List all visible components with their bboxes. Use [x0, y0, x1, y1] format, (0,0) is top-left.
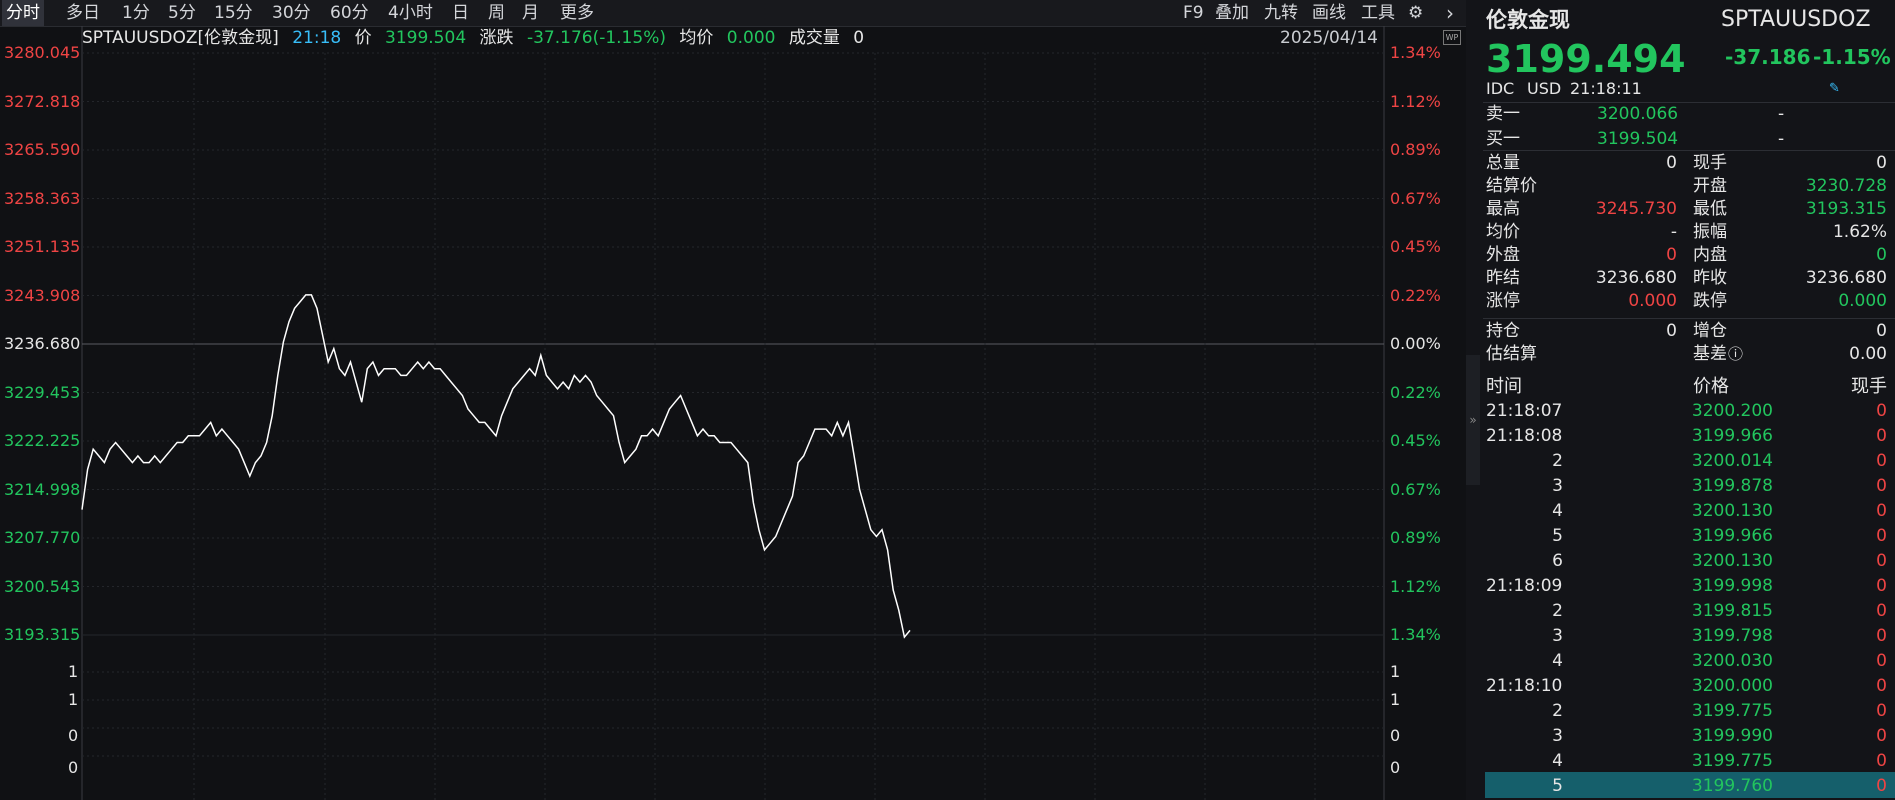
volume-tick-label-right: 1 — [1390, 662, 1401, 681]
tick-volume: 0 — [1876, 426, 1887, 446]
price-tick-label: 3272.818 — [4, 91, 81, 111]
price-tick-label: 3207.770 — [4, 528, 81, 547]
tick-volume: 0 — [1876, 751, 1887, 771]
tick-volume: 0 — [1876, 401, 1887, 421]
volume-tick-label: 0 — [68, 758, 79, 777]
price-line — [81, 294, 911, 639]
tick-volume: 0 — [1876, 551, 1887, 571]
volume-tick-label: 0 — [68, 726, 79, 745]
divider — [1483, 318, 1895, 319]
quote-time: 21:18:11 — [1570, 79, 1642, 98]
tick-volume: 0 — [1876, 726, 1887, 746]
volume-tick-label-right: 0 — [1390, 726, 1401, 745]
volume-tick-label-right: 1 — [1390, 690, 1401, 709]
tick-volume: 0 — [1876, 526, 1887, 546]
pct-tick-label: 0.89% — [1390, 140, 1441, 159]
volume-tick-label-right: 0 — [1390, 758, 1401, 777]
collapse-panel-button[interactable]: » — [1466, 355, 1480, 485]
price-tick-label: 3251.135 — [4, 237, 81, 256]
tick-volume: 0 — [1876, 701, 1887, 721]
field-value2-fields2: 3193.315 — [1805, 199, 1887, 219]
price-tick-label: 3214.998 — [4, 479, 81, 499]
intraday-chart[interactable] — [0, 0, 1466, 800]
field-value2-fields20: 0 — [1876, 321, 1887, 341]
pct-tick-label: 0.67% — [1390, 188, 1441, 208]
pct-tick-label: 1.12% — [1390, 576, 1441, 596]
buy1-volume: - — [1778, 129, 1785, 149]
pct-tick-label: 0.22% — [1390, 382, 1441, 402]
pct-tick-label: 1.34% — [1390, 43, 1441, 62]
pct-tick-label: 1.34% — [1390, 625, 1441, 644]
tick-volume: 0 — [1876, 601, 1887, 621]
last-price: 3199.494 — [1486, 37, 1686, 81]
price-tick-label: 3200.543 — [4, 576, 81, 596]
pct-tick-label: 0.45% — [1390, 431, 1441, 450]
tick-volume: 0 — [1876, 576, 1887, 596]
quote-panel: 伦敦金现 SPTAUUSDOZ 3199.494 -37.186 -1.15% IDC US… — [1483, 0, 1895, 800]
price-tick-label: 3193.315 — [4, 625, 81, 644]
tick-volume: 0 — [1876, 451, 1887, 471]
change-percent: -1.15% — [1813, 45, 1891, 69]
currency: USD — [1527, 79, 1562, 98]
pct-tick-label: 0.45% — [1390, 237, 1441, 256]
change-amount: -37.186 — [1725, 45, 1811, 69]
pct-tick-label: 0.67% — [1390, 479, 1441, 499]
divider — [1483, 102, 1895, 103]
instrument-code: SPTAUUSDOZ — [1721, 7, 1871, 32]
buy1-label: 买一 — [1486, 129, 1520, 149]
field-value2-fields4: 0 — [1876, 245, 1887, 265]
price-tick-label: 3280.045 — [4, 43, 81, 62]
tick-volume: 0 — [1876, 476, 1887, 496]
field-value2-fields3: 1.62% — [1832, 222, 1887, 242]
sell1-label: 卖一 — [1486, 104, 1520, 124]
exchange-code: IDC — [1486, 79, 1515, 98]
field-value2-fields5: 3236.680 — [1805, 268, 1887, 288]
tick-volume: 0 — [1876, 501, 1887, 521]
sell1-price: 3200.066 — [1597, 104, 1679, 124]
price-tick-label: 3222.225 — [4, 431, 81, 450]
tick-volume: 0 — [1876, 776, 1887, 796]
pct-tick-label: 1.12% — [1390, 91, 1441, 111]
tick-volume: 0 — [1876, 626, 1887, 646]
price-tick-label: 3265.590 — [4, 140, 81, 159]
price-tick-label: 3258.363 — [4, 188, 81, 208]
pct-tick-label: 0.22% — [1390, 285, 1441, 305]
volume-tick-label: 1 — [68, 690, 79, 709]
field-value2-fields21: 0.00 — [1849, 344, 1887, 364]
field-value2-fields1: 3230.728 — [1805, 176, 1887, 196]
pencil-icon[interactable]: ✎ — [1829, 78, 1840, 100]
sell1-volume: - — [1778, 104, 1785, 124]
tick-volume: 0 — [1876, 676, 1887, 696]
instrument-name: 伦敦金现 — [1486, 8, 1570, 32]
chart-area: 分时 多日 1分 5分 15分 30分 60分 4小时日周月更多 F9 叠加 九转 画线 工具 ⚙ › SP… — [0, 0, 1466, 800]
field-value2-fields0: 0 — [1876, 153, 1887, 173]
pct-tick-label: 0.89% — [1390, 528, 1441, 547]
field-value2-fields6: 0.000 — [1838, 291, 1887, 311]
ticks-header-vol: 现手 — [1851, 376, 1887, 397]
pct-tick-label: 0.00% — [1390, 334, 1441, 353]
buy1-price: 3199.504 — [1597, 129, 1679, 149]
divider — [1483, 150, 1895, 151]
info-circle-icon[interactable]: ⓘ — [1728, 343, 1743, 365]
price-tick-label: 3236.680 — [4, 334, 81, 353]
tick-volume: 0 — [1876, 651, 1887, 671]
volume-tick-label: 1 — [68, 662, 79, 681]
price-tick-label: 3229.453 — [4, 382, 81, 402]
price-tick-label: 3243.908 — [4, 285, 81, 305]
